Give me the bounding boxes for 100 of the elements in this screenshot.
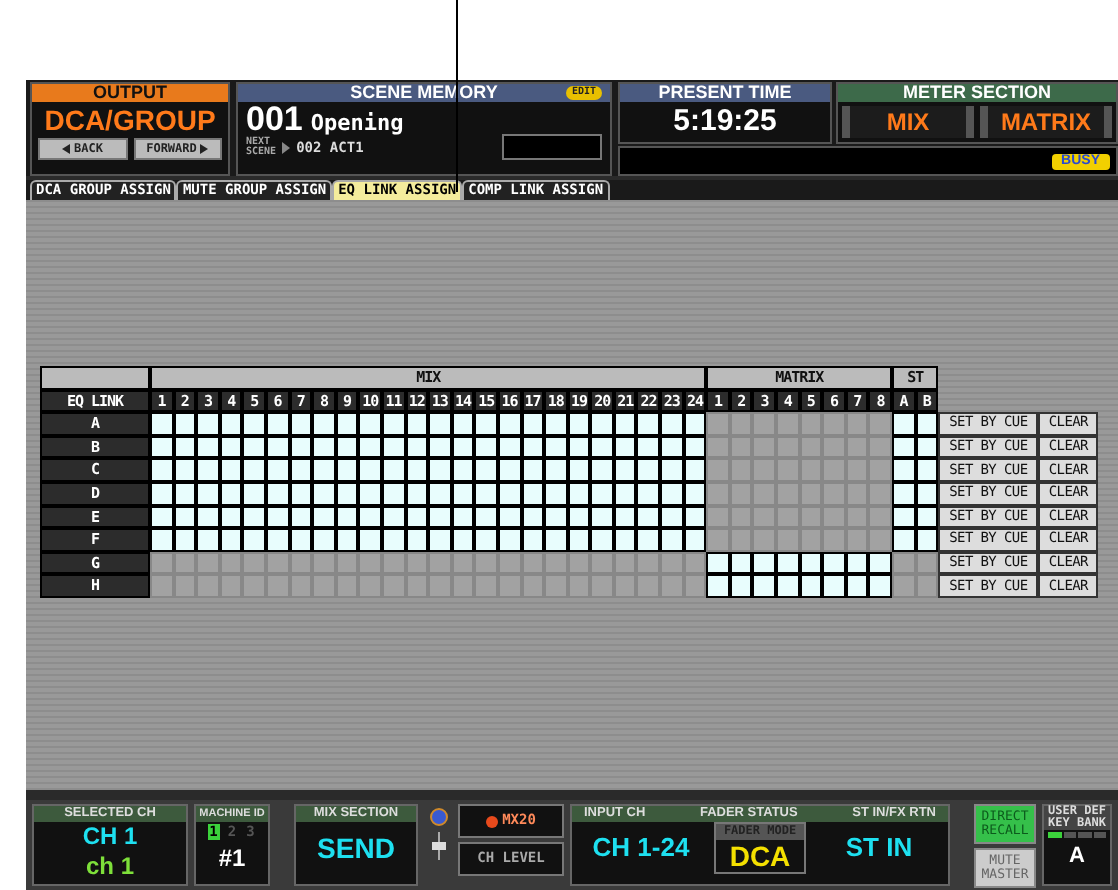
assign-cell[interactable] [636, 458, 661, 482]
assign-cell[interactable] [660, 458, 684, 482]
assign-cell[interactable] [915, 458, 939, 482]
assign-cell[interactable] [636, 412, 661, 436]
assign-cell[interactable] [150, 481, 174, 506]
assign-cell[interactable] [776, 574, 800, 598]
assign-cell[interactable] [822, 574, 846, 598]
assign-cell[interactable] [335, 528, 359, 552]
assign-cell[interactable] [752, 574, 777, 598]
assign-cell[interactable] [335, 458, 359, 482]
assign-cell[interactable] [265, 458, 290, 482]
assign-cell[interactable] [660, 435, 684, 459]
assign-cell[interactable] [729, 574, 753, 598]
assign-cell[interactable] [660, 505, 684, 529]
assign-cell[interactable] [636, 505, 661, 529]
st-in-value[interactable]: ST IN [810, 822, 948, 874]
assign-cell[interactable] [868, 551, 892, 575]
assign-cell[interactable] [892, 505, 916, 529]
assign-cell[interactable] [636, 481, 661, 506]
assign-cell[interactable] [428, 528, 452, 552]
assign-cell[interactable] [219, 528, 243, 552]
assign-cell[interactable] [358, 412, 382, 436]
assign-cell[interactable] [544, 505, 568, 529]
assign-cell[interactable] [242, 412, 266, 436]
assign-cell[interactable] [544, 481, 568, 506]
assign-cell[interactable] [636, 528, 661, 552]
assign-cell[interactable] [312, 481, 336, 506]
assign-cell[interactable] [521, 528, 545, 552]
assign-cell[interactable] [799, 574, 823, 598]
assign-cell[interactable] [358, 505, 382, 529]
assign-cell[interactable] [242, 505, 266, 529]
assign-cell[interactable] [405, 528, 429, 552]
assign-cell[interactable] [544, 412, 568, 436]
assign-cell[interactable] [636, 435, 661, 459]
assign-cell[interactable] [312, 435, 336, 459]
assign-cell[interactable] [289, 412, 313, 436]
assign-cell[interactable] [474, 435, 498, 459]
assign-cell[interactable] [428, 505, 452, 529]
assign-cell[interactable] [613, 458, 637, 482]
assign-cell[interactable] [196, 505, 220, 529]
assign-cell[interactable] [892, 458, 916, 482]
assign-cell[interactable] [381, 528, 406, 552]
assign-cell[interactable] [242, 481, 266, 506]
assign-cell[interactable] [915, 528, 939, 552]
assign-cell[interactable] [381, 458, 406, 482]
assign-cell[interactable] [150, 505, 174, 529]
assign-cell[interactable] [451, 412, 475, 436]
assign-cell[interactable] [265, 528, 290, 552]
assign-cell[interactable] [312, 528, 336, 552]
assign-cell[interactable] [358, 458, 382, 482]
assign-cell[interactable] [683, 458, 707, 482]
assign-cell[interactable] [381, 412, 406, 436]
assign-cell[interactable] [590, 412, 614, 436]
assign-cell[interactable] [915, 412, 939, 436]
assign-cell[interactable] [173, 412, 197, 436]
assign-cell[interactable] [312, 458, 336, 482]
assign-cell[interactable] [683, 412, 707, 436]
assign-cell[interactable] [428, 481, 452, 506]
assign-cell[interactable] [242, 458, 266, 482]
assign-cell[interactable] [242, 528, 266, 552]
assign-cell[interactable] [405, 458, 429, 482]
assign-cell[interactable] [845, 574, 869, 598]
input-ch-value[interactable]: CH 1-24 [572, 822, 710, 874]
assign-cell[interactable] [219, 412, 243, 436]
assign-cell[interactable] [474, 481, 498, 506]
assign-cell[interactable] [196, 412, 220, 436]
assign-cell[interactable] [521, 458, 545, 482]
assign-cell[interactable] [150, 435, 174, 459]
assign-cell[interactable] [242, 435, 266, 459]
assign-cell[interactable] [451, 458, 475, 482]
assign-cell[interactable] [335, 412, 359, 436]
assign-cell[interactable] [567, 458, 591, 482]
assign-cell[interactable] [892, 435, 916, 459]
assign-cell[interactable] [451, 528, 475, 552]
meter-button[interactable]: MATRIX [980, 106, 1112, 138]
assign-cell[interactable] [474, 505, 498, 529]
assign-cell[interactable] [683, 528, 707, 552]
assign-cell[interactable] [521, 412, 545, 436]
assign-cell[interactable] [173, 458, 197, 482]
assign-cell[interactable] [892, 528, 916, 552]
assign-cell[interactable] [567, 528, 591, 552]
assign-cell[interactable] [544, 435, 568, 459]
assign-cell[interactable] [150, 528, 174, 552]
assign-cell[interactable] [892, 481, 916, 506]
assign-cell[interactable] [613, 528, 637, 552]
assign-cell[interactable] [776, 551, 800, 575]
assign-cell[interactable] [497, 412, 521, 436]
assign-cell[interactable] [590, 505, 614, 529]
assign-cell[interactable] [358, 528, 382, 552]
meter-button[interactable]: MIX [842, 106, 974, 138]
assign-cell[interactable] [613, 412, 637, 436]
assign-cell[interactable] [196, 528, 220, 552]
assign-cell[interactable] [312, 505, 336, 529]
assign-cell[interactable] [150, 412, 174, 436]
assign-cell[interactable] [405, 412, 429, 436]
assign-cell[interactable] [265, 412, 290, 436]
assign-cell[interactable] [428, 458, 452, 482]
assign-cell[interactable] [660, 528, 684, 552]
assign-cell[interactable] [590, 528, 614, 552]
assign-cell[interactable] [312, 412, 336, 436]
